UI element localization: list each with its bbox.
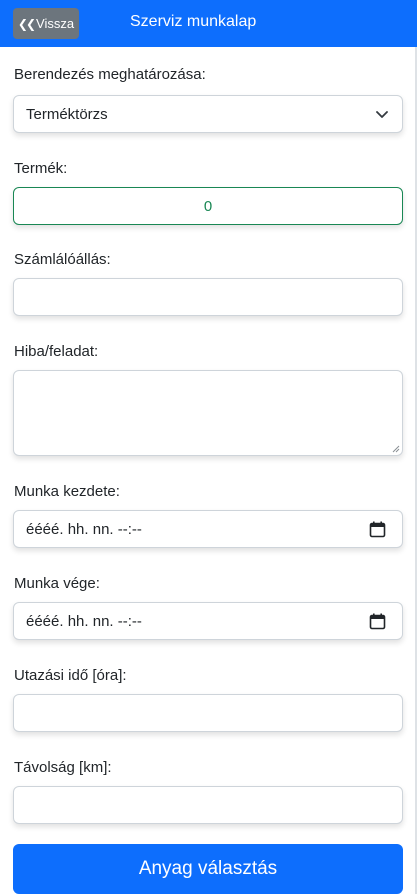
start-datetime-value: éééé. hh. nn. --:-- <box>26 520 142 538</box>
product-label: Termék: <box>14 160 68 177</box>
end-datetime-value: éééé. hh. nn. --:-- <box>26 612 142 630</box>
resize-grip-icon[interactable] <box>392 445 400 453</box>
product-field[interactable]: 0 <box>13 187 403 225</box>
page-title: Szerviz munkalap <box>130 13 257 30</box>
distance-input[interactable] <box>13 786 403 824</box>
back-button[interactable]: ❮❮ Vissza <box>13 8 79 39</box>
end-label: Munka vége: <box>14 575 100 592</box>
device-label: Berendezés meghatározása: <box>14 66 206 83</box>
issue-textarea[interactable] <box>13 370 403 456</box>
product-field-value: 0 <box>203 197 213 215</box>
top-navbar: ❮❮ Vissza Szerviz munkalap <box>0 0 417 47</box>
distance-label: Távolság [km]: <box>14 759 112 776</box>
double-chevron-left-icon: ❮❮ <box>17 16 36 31</box>
issue-label: Hiba/feladat: <box>14 343 99 360</box>
material-selection-button[interactable]: Anyag választás <box>13 844 403 894</box>
calendar-icon[interactable] <box>369 521 386 538</box>
counter-input[interactable] <box>13 278 403 316</box>
chevron-down-icon <box>376 111 388 118</box>
material-selection-label: Anyag választás <box>138 858 278 879</box>
back-button-label: Vissza <box>36 16 75 31</box>
calendar-icon[interactable] <box>369 613 386 630</box>
travel-time-input[interactable] <box>13 694 403 732</box>
travel-label: Utazási idő [óra]: <box>14 667 127 684</box>
start-datetime-input[interactable]: éééé. hh. nn. --:-- <box>13 510 403 548</box>
device-select-value: Terméktörzs <box>26 105 108 123</box>
device-select[interactable]: Terméktörzs <box>13 95 403 133</box>
start-label: Munka kezdete: <box>14 483 120 500</box>
counter-label: Számlálóállás: <box>14 251 111 268</box>
end-datetime-input[interactable]: éééé. hh. nn. --:-- <box>13 602 403 640</box>
